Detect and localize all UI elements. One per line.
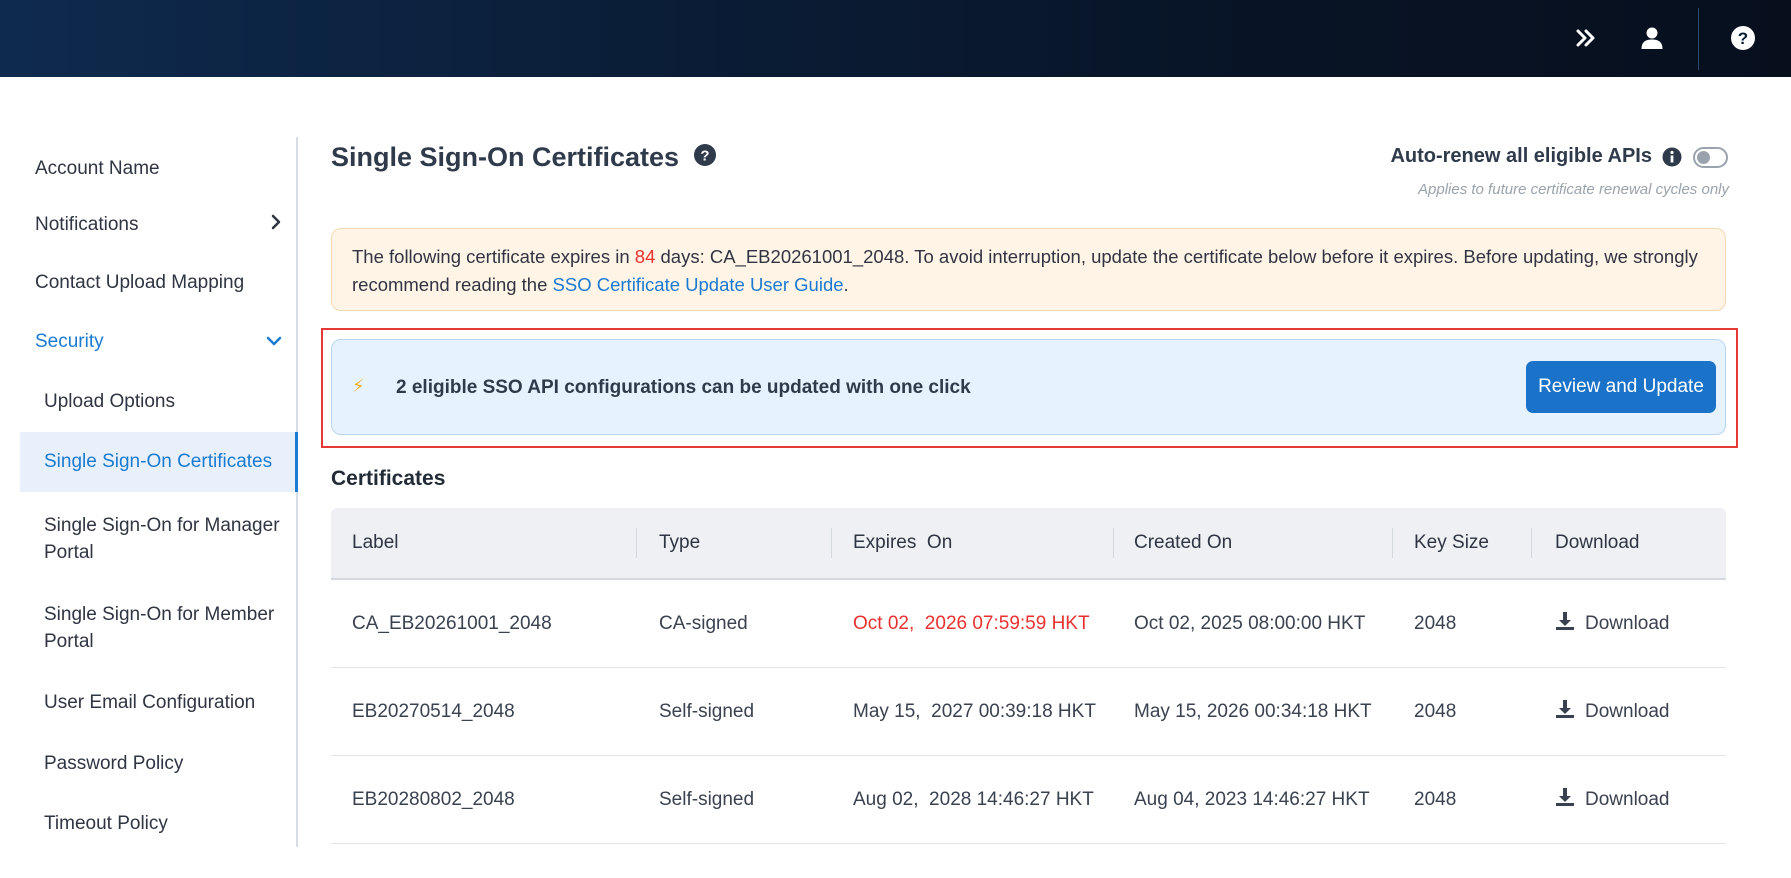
warning-text: The following certificate expires in xyxy=(352,246,635,267)
top-bar: ? xyxy=(0,0,1791,77)
warning-text: . xyxy=(843,274,849,295)
column-header-expires-on[interactable]: Expires On xyxy=(853,508,952,578)
cell-label: EB20280802_2048 xyxy=(352,788,515,810)
user-icon[interactable] xyxy=(1636,22,1668,54)
sidebar-item-label: Security xyxy=(35,331,104,352)
chevron-down-icon xyxy=(266,331,282,353)
sidebar-item-label: Single Sign-On for Manager Portal xyxy=(44,515,280,563)
sidebar-item-label: Notifications xyxy=(35,214,139,235)
cell-key-size: 2048 xyxy=(1414,788,1457,810)
cell-label: EB20270514_2048 xyxy=(352,700,515,722)
download-label: Download xyxy=(1585,700,1670,722)
auto-renew-label: Auto-renew all eligible APIs xyxy=(1390,145,1652,167)
one-click-update-banner: ⚡ 2 eligible SSO API configurations can … xyxy=(331,339,1726,435)
table-row: EB20280802_2048 Self-signed Aug 02, 2028… xyxy=(331,756,1726,844)
sidebar-item-label: Password Policy xyxy=(44,753,184,774)
column-divider xyxy=(1392,528,1393,558)
cell-expires-on: May 15, 2027 00:39:18 HKT xyxy=(853,700,1096,722)
auto-renew-note: Applies to future certificate renewal cy… xyxy=(1418,181,1729,198)
days-remaining: 84 xyxy=(634,246,656,267)
help-icon[interactable]: ? xyxy=(693,143,717,172)
certificates-heading: Certificates xyxy=(331,467,446,490)
cell-key-size: 2048 xyxy=(1414,612,1457,634)
sidebar-item-label: Contact Upload Mapping xyxy=(35,272,245,293)
svg-text:?: ? xyxy=(1738,29,1748,48)
cell-created-on: Oct 02, 2025 08:00:00 HKT xyxy=(1134,612,1366,634)
sidebar-item-label: Single Sign-On Certificates xyxy=(44,451,273,472)
table-header: Label Type Expires On Created On Key Siz… xyxy=(331,508,1726,580)
download-icon xyxy=(1555,787,1575,813)
cell-type: CA-signed xyxy=(659,612,748,634)
lightning-bolt-icon: ⚡ xyxy=(352,376,365,396)
sidebar-item-contact-upload-mapping[interactable]: Contact Upload Mapping xyxy=(20,261,296,305)
svg-text:?: ? xyxy=(700,148,709,165)
sidebar-item-label: Upload Options xyxy=(44,391,175,412)
expiry-warning-banner: The following certificate expires in 84 … xyxy=(331,228,1726,311)
info-icon[interactable] xyxy=(1662,147,1682,172)
column-divider xyxy=(636,528,637,558)
review-and-update-button[interactable]: Review and Update xyxy=(1526,361,1716,413)
auto-renew-toggle[interactable] xyxy=(1693,147,1728,168)
sidebar-divider xyxy=(296,137,298,847)
cell-expires-on: Aug 02, 2028 14:46:27 HKT xyxy=(853,788,1094,810)
download-icon xyxy=(1555,699,1575,725)
table-row: CA_EB20261001_2048 CA-signed Oct 02, 202… xyxy=(331,580,1726,668)
column-divider xyxy=(1531,528,1532,558)
download-icon xyxy=(1555,611,1575,637)
sidebar-item-sso-member-portal[interactable]: Single Sign-On for Member Portal xyxy=(20,598,296,658)
sidebar-item-upload-options[interactable]: Upload Options xyxy=(20,380,296,424)
one-click-message: 2 eligible SSO API configurations can be… xyxy=(396,377,971,398)
column-divider xyxy=(1113,528,1114,558)
chevron-right-icon xyxy=(270,214,282,236)
sidebar-item-sso-manager-portal[interactable]: Single Sign-On for Manager Portal xyxy=(20,509,296,569)
download-label: Download xyxy=(1585,612,1670,634)
table-row: EB20270514_2048 Self-signed May 15, 2027… xyxy=(331,668,1726,756)
sidebar-item-label: Single Sign-On for Member Portal xyxy=(44,604,275,652)
topbar-divider xyxy=(1698,8,1699,70)
sidebar-item-timeout-policy[interactable]: Timeout Policy xyxy=(20,802,296,846)
sidebar-item-label: Account Name xyxy=(35,158,160,179)
user-guide-link[interactable]: SSO Certificate Update User Guide xyxy=(553,274,844,295)
sidebar-item-label: User Email Configuration xyxy=(44,692,256,713)
page-title: Single Sign-On Certificates xyxy=(331,142,680,172)
cell-created-on: May 15, 2026 00:34:18 HKT xyxy=(1134,700,1372,722)
cell-type: Self-signed xyxy=(659,700,755,722)
cell-key-size: 2048 xyxy=(1414,700,1457,722)
sidebar-item-security[interactable]: Security xyxy=(20,320,296,364)
column-header-key-size[interactable]: Key Size xyxy=(1414,508,1489,578)
cell-label: CA_EB20261001_2048 xyxy=(352,612,552,634)
double-chevron-right-icon[interactable] xyxy=(1570,22,1602,54)
cell-created-on: Aug 04, 2023 14:46:27 HKT xyxy=(1134,788,1370,810)
column-header-download: Download xyxy=(1555,532,1640,553)
column-header-type[interactable]: Type xyxy=(659,508,700,578)
sidebar-item-password-policy[interactable]: Password Policy xyxy=(20,742,296,786)
sidebar-item-notifications[interactable]: Notifications xyxy=(20,203,296,247)
column-header-label[interactable]: Label xyxy=(352,508,399,578)
help-icon[interactable]: ? xyxy=(1727,22,1759,54)
sidebar-item-user-email-configuration[interactable]: User Email Configuration xyxy=(20,681,296,725)
cell-type: Self-signed xyxy=(659,788,755,810)
sidebar-item-single-sign-on-certificates[interactable]: Single Sign-On Certificates xyxy=(20,432,298,492)
download-label: Download xyxy=(1585,788,1670,810)
column-divider xyxy=(831,528,832,558)
download-link[interactable]: Download xyxy=(1555,668,1670,755)
certificates-table: Label Type Expires On Created On Key Siz… xyxy=(331,508,1726,844)
cell-expires-on: Oct 02, 2026 07:59:59 HKT xyxy=(853,612,1090,634)
download-link[interactable]: Download xyxy=(1555,756,1670,843)
download-link[interactable]: Download xyxy=(1555,580,1670,667)
sidebar-item-label: Timeout Policy xyxy=(44,813,168,834)
settings-sidebar: Account Name Notifications Contact Uploa… xyxy=(0,137,298,847)
sidebar-item-account-name[interactable]: Account Name xyxy=(20,147,296,191)
column-header-created-on[interactable]: Created On xyxy=(1134,508,1232,578)
